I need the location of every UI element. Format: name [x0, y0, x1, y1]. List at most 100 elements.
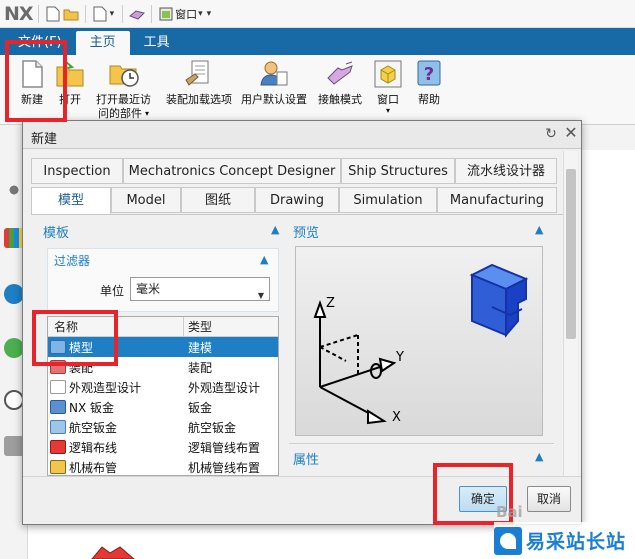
dialog-title: 新建	[31, 132, 58, 147]
tab-home[interactable]: 主页	[75, 31, 130, 55]
x-axis-label: X	[392, 410, 401, 425]
tab-simulation[interactable]: Simulation	[339, 187, 437, 213]
row-name: NX 钣金	[69, 400, 115, 415]
row-name: 航空钣金	[69, 420, 118, 435]
row-type: 航空钣金	[188, 420, 237, 435]
unit-value: 毫米	[136, 282, 161, 296]
z-axis-label: Z	[326, 296, 335, 311]
tab-file[interactable]: 文件(F)	[4, 31, 76, 55]
new-file-icon	[22, 60, 43, 88]
toolbar-separator	[151, 4, 153, 23]
open-recent-label-1: 打开最近访	[96, 93, 151, 106]
properties-section-title: 属性	[293, 453, 320, 468]
y-axis-label: Y	[395, 350, 404, 365]
logical-routing-icon	[50, 440, 66, 454]
unit-dropdown[interactable]: 毫米 ▼	[130, 277, 270, 301]
column-header-name[interactable]: 名称	[48, 317, 184, 336]
user-defaults-button[interactable]: 用户默认设置	[241, 58, 307, 107]
collapse-chevron-icon[interactable]: ▲	[271, 223, 279, 236]
tab-line-designer[interactable]: 流水线设计器	[455, 158, 557, 184]
site-watermark-text: 易采站长站	[526, 531, 627, 553]
open-button[interactable]: 打开	[54, 58, 86, 107]
assembly-load-options-button[interactable]: 装配加载选项	[166, 58, 232, 107]
new-file-dialog: 新建 ↻ ✕ Inspection Mechatronics Concept D…	[22, 120, 582, 525]
row-name: 逻辑布线	[69, 440, 118, 455]
block-model-icon	[469, 263, 529, 338]
window-label: 窗口	[377, 93, 399, 106]
assembly-options-icon	[185, 60, 209, 86]
open-folder-icon[interactable]	[62, 5, 80, 23]
table-row[interactable]: 逻辑布线 逻辑管线布置	[48, 437, 278, 457]
scrollbar-thumb[interactable]	[566, 169, 576, 339]
chevron-down-icon[interactable]: ▾	[110, 9, 115, 19]
open-recent-parts-button[interactable]: 打开最近访 问的部件 ▾	[96, 58, 151, 121]
dialog-title-bar[interactable]: 新建 ↻ ✕	[23, 121, 581, 149]
chevron-down-icon[interactable]: ▾	[198, 9, 203, 19]
tab-drawing-cn[interactable]: 图纸	[181, 187, 255, 213]
tab-mechatronics[interactable]: Mechatronics Concept Designer	[123, 158, 341, 184]
collapse-chevron-icon[interactable]: ▲	[535, 450, 543, 463]
touch-mode-button[interactable]: 接触模式	[318, 58, 362, 107]
table-row[interactable]: 装配 装配	[48, 357, 278, 377]
ribbon: 新建 打开 打开最近访 问的部件 ▾ 装配加载选项 用户默认设置 接触模式 窗口 …	[0, 55, 635, 125]
dialog-scrollbar[interactable]	[563, 151, 577, 481]
ribbon-tab-bar: 文件(F) 主页 工具	[0, 28, 635, 55]
touch-mode-icon[interactable]	[128, 5, 146, 23]
table-row[interactable]: 外观造型设计 外观造型设计	[48, 377, 278, 397]
gear-icon[interactable]	[4, 180, 24, 200]
row-type: 外观造型设计	[188, 380, 261, 395]
new-button[interactable]: 新建	[16, 58, 48, 107]
toolbar-separator	[37, 4, 39, 23]
tab-tools[interactable]: 工具	[130, 31, 184, 55]
properties-divider	[289, 443, 554, 444]
preview-graphic: Z Y X	[313, 263, 529, 425]
row-type: 逻辑管线布置	[188, 440, 261, 455]
tab-manufacturing[interactable]: Manufacturing	[437, 187, 557, 213]
nx-logo: NX	[4, 2, 34, 25]
open-label: 打开	[59, 93, 81, 106]
web-icon[interactable]	[4, 338, 24, 358]
tab-ship-structures[interactable]: Ship Structures	[341, 158, 455, 184]
svg-text:?: ?	[424, 64, 434, 85]
column-header-type[interactable]: 类型	[184, 317, 212, 336]
table-row[interactable]: 机械布管 机械管线布置	[48, 457, 278, 475]
window-icon[interactable]	[157, 5, 175, 23]
collapse-chevron-icon[interactable]: ▲	[535, 223, 543, 236]
row-type: 装配	[188, 360, 213, 375]
chevron-down-icon: ▼	[257, 291, 264, 300]
tab-divider	[31, 214, 564, 215]
touch-mode-label: 接触模式	[318, 93, 362, 106]
role-icon[interactable]	[4, 436, 24, 456]
toolbar-separator	[122, 4, 124, 23]
close-icon[interactable]: ✕	[563, 125, 579, 141]
cancel-button[interactable]: 取消	[527, 486, 571, 512]
library-icon[interactable]	[4, 228, 24, 248]
table-row[interactable]: NX 钣金 钣金	[48, 397, 278, 417]
assembly-load-options-label: 装配加载选项	[166, 93, 232, 106]
tab-model-cn[interactable]: 模型	[31, 187, 111, 215]
tab-model[interactable]: Model	[111, 187, 181, 213]
open-recent-label-2: 问的部件 ▾	[98, 107, 149, 121]
quick-access-toolbar: NX ▾ 窗口 ▾ ▾	[0, 0, 635, 28]
window-cube-icon	[374, 60, 402, 88]
history-clock-icon[interactable]	[4, 390, 24, 410]
preview-section-title: 预览	[293, 226, 320, 241]
row-type: 机械管线布置	[188, 460, 261, 475]
info-icon[interactable]	[4, 284, 24, 304]
datum-csys	[313, 300, 397, 425]
new-file-icon[interactable]	[44, 5, 62, 23]
help-button[interactable]: ? 帮助	[413, 58, 445, 107]
site-watermark: 易采站长站	[494, 522, 635, 559]
window-menu-label[interactable]: 窗口	[175, 6, 197, 22]
table-row[interactable]: 模型 建模	[48, 337, 278, 357]
row-name: 装配	[69, 360, 94, 375]
chevron-down-icon[interactable]: ▾	[207, 9, 212, 19]
tab-inspection[interactable]: Inspection	[31, 158, 123, 184]
save-icon[interactable]	[91, 5, 109, 23]
collapse-chevron-icon[interactable]: ▲	[260, 253, 268, 266]
reset-icon[interactable]: ↻	[543, 126, 559, 142]
table-row[interactable]: 航空钣金 航空钣金	[48, 417, 278, 437]
tab-drawing[interactable]: Drawing	[255, 187, 339, 213]
row-name: 机械布管	[69, 460, 118, 475]
window-button[interactable]: 窗口 ▾	[372, 58, 404, 115]
